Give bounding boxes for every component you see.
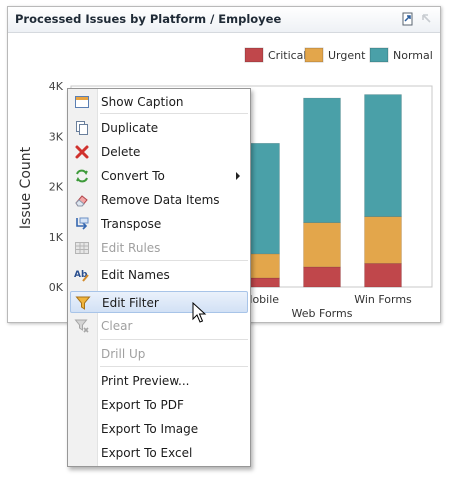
menu-item-label: Remove Data Items <box>101 193 220 207</box>
menu-item-label: Export To Excel <box>101 446 193 460</box>
panel-header: Processed Issues by Platform / Employee <box>8 7 440 33</box>
y-tick-label: 0K <box>49 281 64 294</box>
legend-label: Urgent <box>328 49 366 62</box>
menu-item-convert-to[interactable]: Convert To <box>70 165 248 187</box>
menu-separator <box>100 260 248 261</box>
bar-urgent[interactable] <box>303 222 341 268</box>
legend-swatch <box>304 47 324 63</box>
menu-item-drill-up: Drill Up <box>70 343 248 365</box>
panel-title: Processed Issues by Platform / Employee <box>15 12 282 26</box>
x-group-label: Web Forms <box>292 307 353 320</box>
menu-item-label: Duplicate <box>101 121 159 135</box>
bar-urgent[interactable] <box>364 216 402 264</box>
menu-item-label: Edit Rules <box>101 241 161 255</box>
duplicate-icon <box>76 121 88 135</box>
menu-separator <box>100 366 248 367</box>
menu-item-remove-data-items[interactable]: Remove Data Items <box>70 189 248 211</box>
menu-item-label: Edit Names <box>101 268 170 282</box>
menu-item-label: Show Caption <box>101 95 184 109</box>
x-tick-label: Win Forms <box>354 293 412 306</box>
menu-item-export-to-excel[interactable]: Export To Excel <box>70 442 248 464</box>
menu-item-label: Export To Image <box>101 422 199 436</box>
legend-label: Normal <box>393 49 433 62</box>
menu-item-label: Drill Up <box>101 347 146 361</box>
bar-critical[interactable] <box>364 263 402 288</box>
menu-item-edit-rules: Edit Rules <box>70 237 248 259</box>
menu-separator <box>100 339 248 340</box>
menu-item-label: Transpose <box>101 217 162 231</box>
menu-item-transpose[interactable]: Transpose <box>70 213 248 235</box>
export-icon[interactable] <box>401 12 415 26</box>
caption-icon <box>75 96 89 108</box>
bar-normal[interactable] <box>364 94 402 217</box>
context-menu: Show Caption Duplicate Delete Convert To Rem… <box>67 88 251 467</box>
menu-item-export-to-image[interactable]: Export To Image <box>70 418 248 440</box>
menu-item-clear: Clear <box>70 315 248 337</box>
y-tick-label: 3K <box>49 130 64 143</box>
grid-icon <box>75 242 89 254</box>
bar-normal[interactable] <box>303 97 341 223</box>
y-axis-label: Issue Count <box>18 146 34 229</box>
legend-swatch <box>369 47 389 63</box>
menu-item-edit-names[interactable]: Ab Edit Names <box>70 264 248 286</box>
menu-item-label: Print Preview... <box>101 374 190 388</box>
rename-icon: Ab <box>74 270 89 282</box>
y-tick-label: 4K <box>49 80 64 93</box>
mouse-cursor-icon <box>192 302 207 323</box>
menu-item-print-preview[interactable]: Print Preview... <box>70 370 248 392</box>
menu-item-delete[interactable]: Delete <box>70 141 248 163</box>
menu-item-export-to-pdf[interactable]: Export To PDF <box>70 394 248 416</box>
legend-swatch <box>244 47 264 63</box>
menu-item-label: Clear <box>101 319 133 333</box>
menu-item-label: Export To PDF <box>101 398 184 412</box>
legend-label: Critical <box>268 49 306 62</box>
menu-item-label: Delete <box>101 145 141 159</box>
transpose-icon <box>76 217 89 230</box>
y-tick-label: 2K <box>49 181 64 194</box>
clear-filter-icon <box>74 319 89 333</box>
menu-item-duplicate[interactable]: Duplicate <box>70 117 248 139</box>
x-axis: Mobile Win FormsWeb Forms <box>243 293 412 320</box>
menu-item-show-caption[interactable]: Show Caption <box>70 91 248 113</box>
submenu-arrow-icon <box>236 172 240 180</box>
chart-legend: Critical Urgent Normal <box>244 47 433 63</box>
drill-up-icon <box>422 14 431 23</box>
filter-icon <box>75 296 91 310</box>
menu-item-edit-filter[interactable]: Edit Filter <box>70 291 248 313</box>
menu-item-label: Edit Filter <box>102 296 159 310</box>
menu-separator <box>100 113 248 114</box>
delete-icon <box>75 145 89 159</box>
y-axis-ticks: 0K 1K 2K 3K 4K <box>49 80 64 294</box>
y-tick-label: 1K <box>49 231 64 244</box>
menu-item-label: Convert To <box>101 169 165 183</box>
bar-critical[interactable] <box>303 266 341 288</box>
eraser-icon <box>75 195 88 207</box>
convert-icon <box>76 169 88 183</box>
